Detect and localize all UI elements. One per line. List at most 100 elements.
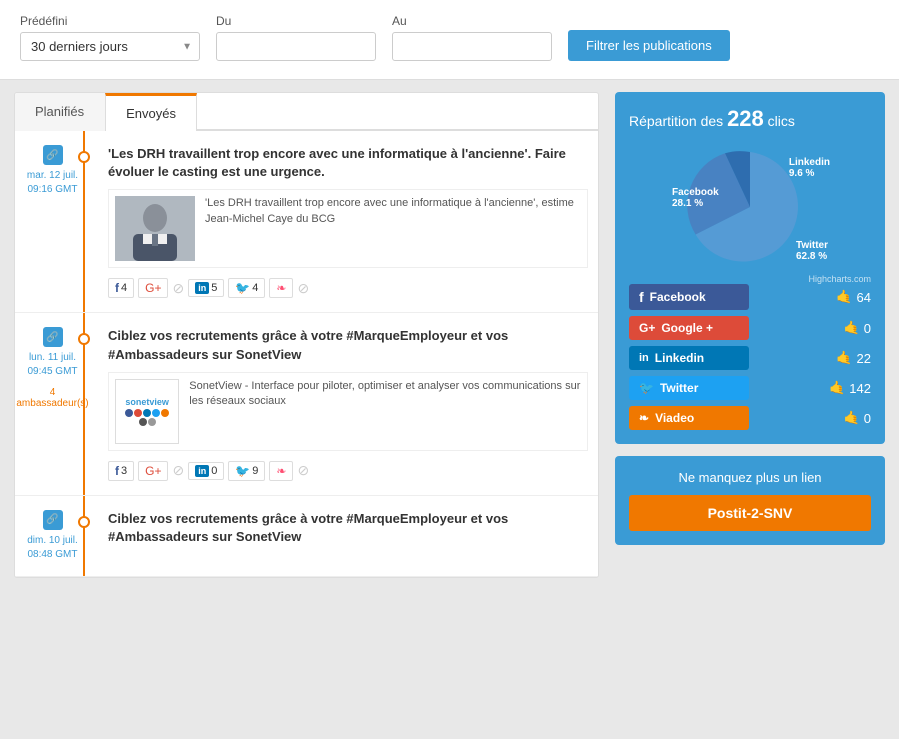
linkedin-share-btn[interactable]: in 5	[188, 279, 224, 297]
post-body: Ciblez vos recrutements grâce à votre #M…	[90, 510, 588, 562]
gplus-icon: G+	[145, 281, 161, 295]
stat-row-gplus: G+ Google + 🤙 0	[629, 316, 871, 340]
gplus-stat-count: 🤙 0	[844, 320, 871, 336]
au-group: Au	[392, 14, 552, 61]
facebook-share-btn[interactable]: f 3	[108, 461, 134, 481]
gplus-share-btn[interactable]: G+	[138, 461, 168, 481]
stat-row-viadeo: ❧ Viadeo 🤙 0	[629, 406, 871, 430]
predefined-select-wrapper: 30 derniers jours 7 derniers jours Ce mo…	[20, 32, 200, 61]
linkedin-btn-icon: in	[639, 352, 649, 364]
predefined-group: Prédéfini 30 derniers jours 7 derniers j…	[20, 14, 200, 61]
sonetview-logo: sonetview	[115, 379, 179, 444]
tw-count: 9	[252, 465, 258, 477]
post-thumbnail	[115, 196, 195, 261]
post-body: Ciblez vos recrutements grâce à votre #M…	[90, 327, 588, 480]
facebook-btn-icon: f	[639, 289, 644, 305]
twitter-icon: 🐦	[235, 464, 250, 478]
twitter-share-btn[interactable]: 🐦 9	[228, 461, 265, 481]
ban-icon-1[interactable]: ⊘	[172, 280, 184, 297]
linkedin-stat-btn[interactable]: in Linkedin	[629, 346, 749, 370]
post-body: 'Les DRH travaillent trop encore avec un…	[90, 145, 588, 298]
viadeo-share-btn[interactable]: ❧	[269, 461, 293, 481]
post-preview-text: 'Les DRH travaillent trop encore avec un…	[205, 196, 581, 261]
tab-envoyes[interactable]: Envoyés	[105, 93, 197, 131]
social-actions: f 3 G+ ⊘ in 0 🐦 9	[108, 461, 588, 481]
twitter-pie-label: Twitter62.8 %	[796, 240, 828, 262]
post-date: dim. 10 juil. 08:48 GMT	[27, 534, 78, 562]
viadeo-stat-count: 🤙 0	[844, 410, 871, 426]
social-actions: f 4 G+ ⊘ in 5 🐦 4	[108, 278, 588, 298]
ambassadors-label: 4 ambassadeur(s)	[16, 387, 88, 409]
ban-icon-4[interactable]: ⊘	[297, 462, 309, 479]
left-panel: Planifiés Envoyés 🔗 mar. 12 juil. 09:16 …	[14, 92, 599, 578]
post-title: Ciblez vos recrutements grâce à votre #M…	[108, 327, 588, 363]
highcharts-label: Highcharts.com	[629, 274, 871, 284]
facebook-stat-btn[interactable]: f Facebook	[629, 284, 749, 310]
pie-chart: Facebook28.1 % Linkedin9.6 % Twitter62.8…	[670, 142, 830, 272]
post-date: lun. 11 juil. 09:45 GMT	[27, 351, 77, 379]
tab-planifies[interactable]: Planifiés	[15, 93, 105, 131]
post-meta: 🔗 lun. 11 juil. 09:45 GMT 4 ambassadeur(…	[25, 327, 90, 480]
facebook-pie-label: Facebook28.1 %	[672, 187, 719, 209]
stats-card: Répartition des 228 clics Facebook28.1 %…	[615, 92, 885, 444]
li-count: 0	[211, 465, 217, 477]
linkedin-stat-count: 🤙 22	[836, 350, 871, 366]
gplus-icon: G+	[145, 464, 161, 478]
right-panel: Répartition des 228 clics Facebook28.1 %…	[615, 92, 885, 578]
fb-count: 3	[121, 465, 127, 477]
viadeo-btn-icon: ❧	[639, 411, 649, 425]
link-icon: 🔗	[43, 327, 63, 347]
timeline-circle	[78, 516, 90, 528]
list-item: 🔗 dim. 10 juil. 08:48 GMT Ciblez vos rec…	[15, 496, 598, 577]
post-title: 'Les DRH travaillent trop encore avec un…	[108, 145, 588, 181]
post-date: mar. 12 juil. 09:16 GMT	[27, 169, 78, 197]
linkedin-share-btn[interactable]: in 0	[188, 462, 224, 480]
ban-icon-3[interactable]: ⊘	[172, 462, 184, 479]
linkedin-pie-label: Linkedin9.6 %	[789, 157, 830, 179]
viadeo-share-btn[interactable]: ❧	[269, 278, 293, 298]
social-stat-list: f Facebook 🤙 64 G+ Google + 🤙	[629, 284, 871, 430]
predefined-label: Prédéfini	[20, 14, 200, 28]
du-input[interactable]	[216, 32, 376, 61]
top-bar: Prédéfini 30 derniers jours 7 derniers j…	[0, 0, 899, 80]
post-preview-text: SonetView - Interface pour piloter, opti…	[189, 379, 581, 444]
gplus-btn-icon: G+	[639, 321, 655, 335]
filter-button[interactable]: Filtrer les publications	[568, 30, 730, 61]
du-group: Du	[216, 14, 376, 61]
tabs: Planifiés Envoyés	[15, 93, 598, 131]
facebook-share-btn[interactable]: f 4	[108, 278, 134, 298]
post-preview: 'Les DRH travaillent trop encore avec un…	[108, 189, 588, 268]
au-label: Au	[392, 14, 552, 28]
post-preview: sonetview SonetView - Inte	[108, 372, 588, 451]
li-count: 5	[211, 282, 217, 294]
timeline-circle	[78, 151, 90, 163]
twitter-stat-btn[interactable]: 🐦 Twitter	[629, 376, 749, 400]
main-content: Planifiés Envoyés 🔗 mar. 12 juil. 09:16 …	[0, 80, 899, 590]
stats-title: Répartition des 228 clics	[629, 106, 871, 132]
promo-title: Ne manquez plus un lien	[629, 470, 871, 485]
viadeo-icon: ❧	[276, 464, 286, 478]
twitter-share-btn[interactable]: 🐦 4	[228, 278, 265, 298]
viadeo-stat-btn[interactable]: ❧ Viadeo	[629, 406, 749, 430]
facebook-stat-count: 🤙 64	[836, 289, 871, 305]
gplus-stat-btn[interactable]: G+ Google +	[629, 316, 749, 340]
gplus-share-btn[interactable]: G+	[138, 278, 168, 298]
fb-count: 4	[121, 282, 127, 294]
facebook-icon: f	[115, 281, 119, 295]
tw-count: 4	[252, 282, 258, 294]
predefined-select[interactable]: 30 derniers jours 7 derniers jours Ce mo…	[20, 32, 200, 61]
post-title: Ciblez vos recrutements grâce à votre #M…	[108, 510, 588, 546]
stat-row-facebook: f Facebook 🤙 64	[629, 284, 871, 310]
linkedin-icon: in	[195, 282, 209, 294]
ban-icon-2[interactable]: ⊘	[297, 280, 309, 297]
posts-list: 🔗 mar. 12 juil. 09:16 GMT 'Les DRH trava…	[15, 131, 598, 577]
promo-card: Ne manquez plus un lien Postit-2-SNV	[615, 456, 885, 545]
stat-row-twitter: 🐦 Twitter 🤙 142	[629, 376, 871, 400]
facebook-icon: f	[115, 464, 119, 478]
linkedin-icon: in	[195, 465, 209, 477]
postit-button[interactable]: Postit-2-SNV	[629, 495, 871, 531]
twitter-icon: 🐦	[235, 281, 250, 295]
twitter-stat-count: 🤙 142	[829, 380, 871, 396]
au-input[interactable]	[392, 32, 552, 61]
list-item: 🔗 mar. 12 juil. 09:16 GMT 'Les DRH trava…	[15, 131, 598, 313]
